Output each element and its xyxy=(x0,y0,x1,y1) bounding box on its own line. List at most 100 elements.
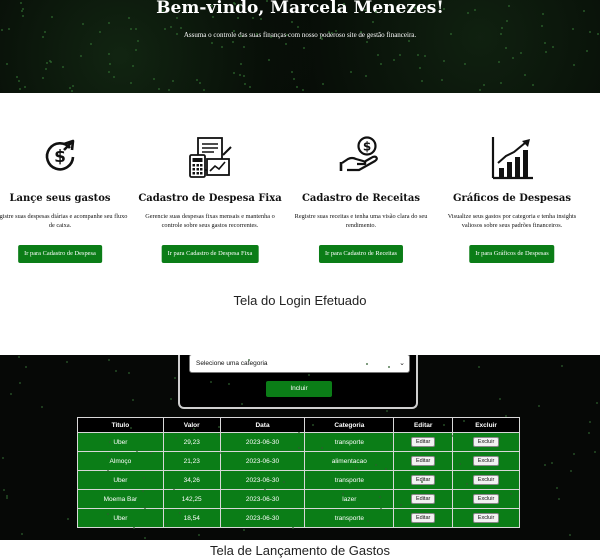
background-speck xyxy=(152,78,155,81)
background-speck xyxy=(197,533,200,536)
category-select[interactable]: Selecione uma categoria ⌄ xyxy=(189,355,410,373)
background-speck xyxy=(130,28,133,31)
background-speck xyxy=(178,511,181,514)
background-speck xyxy=(19,1,22,4)
background-speck xyxy=(112,75,115,78)
background-speck xyxy=(558,498,561,501)
background-speck xyxy=(297,431,300,434)
edit-button[interactable]: Editar xyxy=(410,437,436,447)
table-row: Uber 34,26 2023-06-30 transporte Editar … xyxy=(77,470,520,490)
card-title: Lançe seus gastos xyxy=(9,193,111,204)
background-speck xyxy=(589,30,592,33)
delete-button[interactable]: Excluir xyxy=(472,494,500,504)
background-speck xyxy=(16,75,19,78)
background-speck xyxy=(478,366,481,369)
background-speck xyxy=(107,22,110,25)
background-speck xyxy=(387,365,390,368)
cell-categoria: transporte xyxy=(304,508,395,528)
card-description: Registre suas receitas e tenha uma visão… xyxy=(294,213,428,229)
background-speck xyxy=(498,397,501,400)
background-speck xyxy=(10,393,13,396)
delete-button[interactable]: Excluir xyxy=(472,475,500,485)
background-speck xyxy=(442,59,445,62)
background-speck xyxy=(399,503,402,506)
background-speck xyxy=(41,406,44,409)
delete-button[interactable]: Excluir xyxy=(472,513,500,523)
background-speck xyxy=(220,45,223,48)
card-title: Cadastro de Despesa Fixa xyxy=(138,193,282,204)
expense-form: Selecione uma categoria ⌄ Incluir xyxy=(178,355,418,409)
edit-button[interactable]: Editar xyxy=(410,494,436,504)
background-speck xyxy=(423,54,426,57)
background-speck xyxy=(135,48,138,51)
background-speck xyxy=(71,85,74,88)
background-speck xyxy=(242,529,245,532)
background-speck xyxy=(285,43,288,46)
background-speck xyxy=(137,39,140,42)
go-charts-button[interactable]: Ir para Gráficos de Despesas xyxy=(469,245,555,263)
background-speck xyxy=(115,369,118,372)
go-expense-button[interactable]: Ir para Cadastro de Despesa xyxy=(18,245,102,263)
col-header-titulo: Titulo xyxy=(77,417,164,433)
background-speck xyxy=(302,47,305,50)
background-speck xyxy=(242,45,245,48)
background-speck xyxy=(21,14,24,17)
background-speck xyxy=(17,356,20,359)
background-speck xyxy=(8,27,11,30)
background-speck xyxy=(572,28,575,31)
background-speck xyxy=(520,51,523,54)
background-speck xyxy=(143,536,146,539)
background-speck xyxy=(568,533,571,536)
edit-button[interactable]: Editar xyxy=(410,513,436,523)
background-speck xyxy=(107,71,110,74)
background-speck xyxy=(374,10,377,13)
background-speck xyxy=(573,64,576,67)
background-speck xyxy=(364,74,367,77)
background-speck xyxy=(42,77,45,80)
background-speck xyxy=(131,65,134,68)
delete-button[interactable]: Excluir xyxy=(472,456,500,466)
background-speck xyxy=(180,27,183,30)
cell-titulo: Moema Bar xyxy=(77,489,164,509)
background-speck xyxy=(6,62,9,65)
card-description: Registre suas despesas diárias e acompan… xyxy=(0,213,128,229)
background-speck xyxy=(538,404,541,407)
background-speck xyxy=(162,9,164,12)
background-speck xyxy=(169,25,172,28)
background-speck xyxy=(543,463,546,466)
background-speck xyxy=(296,85,299,88)
include-button[interactable]: Incluir xyxy=(266,381,332,397)
go-fixed-expense-button[interactable]: Ir para Cadastro de Despesa Fixa xyxy=(161,245,259,263)
cell-valor: 18,54 xyxy=(162,508,221,528)
delete-button[interactable]: Excluir xyxy=(472,437,500,447)
table-row: Moema Bar 142,25 2023-06-30 lazer Editar… xyxy=(77,489,520,509)
background-speck xyxy=(67,518,70,521)
background-speck xyxy=(106,512,109,515)
login-screen-caption: Tela do Login Efetuado xyxy=(233,293,367,308)
background-speck xyxy=(506,19,509,22)
background-speck xyxy=(366,519,369,522)
background-speck xyxy=(132,399,135,402)
background-speck xyxy=(169,398,172,401)
background-speck xyxy=(292,526,295,529)
background-speck xyxy=(561,365,564,368)
cell-editar: Editar xyxy=(393,451,454,471)
background-speck xyxy=(385,409,388,412)
edit-button[interactable]: Editar xyxy=(410,456,436,466)
background-speck xyxy=(408,40,411,43)
background-speck xyxy=(232,29,235,32)
background-speck xyxy=(466,11,469,14)
background-speck xyxy=(594,450,597,453)
table-header-row: Titulo Valor Data Categoria Editar Exclu… xyxy=(77,417,520,433)
cell-editar: Editar xyxy=(393,489,454,509)
table-row: Almoço 21,23 2023-06-30 alimentacao Edit… xyxy=(77,451,520,471)
cell-data: 2023-06-30 xyxy=(219,508,306,528)
category-select-value: Selecione uma categoria xyxy=(196,360,268,367)
background-speck xyxy=(573,452,576,455)
edit-button[interactable]: Editar xyxy=(410,475,436,485)
go-income-button[interactable]: Ir para Cadastro de Receitas xyxy=(318,245,404,263)
background-speck xyxy=(217,425,220,428)
background-speck xyxy=(524,73,527,76)
background-speck xyxy=(349,70,352,73)
background-speck xyxy=(588,432,591,435)
